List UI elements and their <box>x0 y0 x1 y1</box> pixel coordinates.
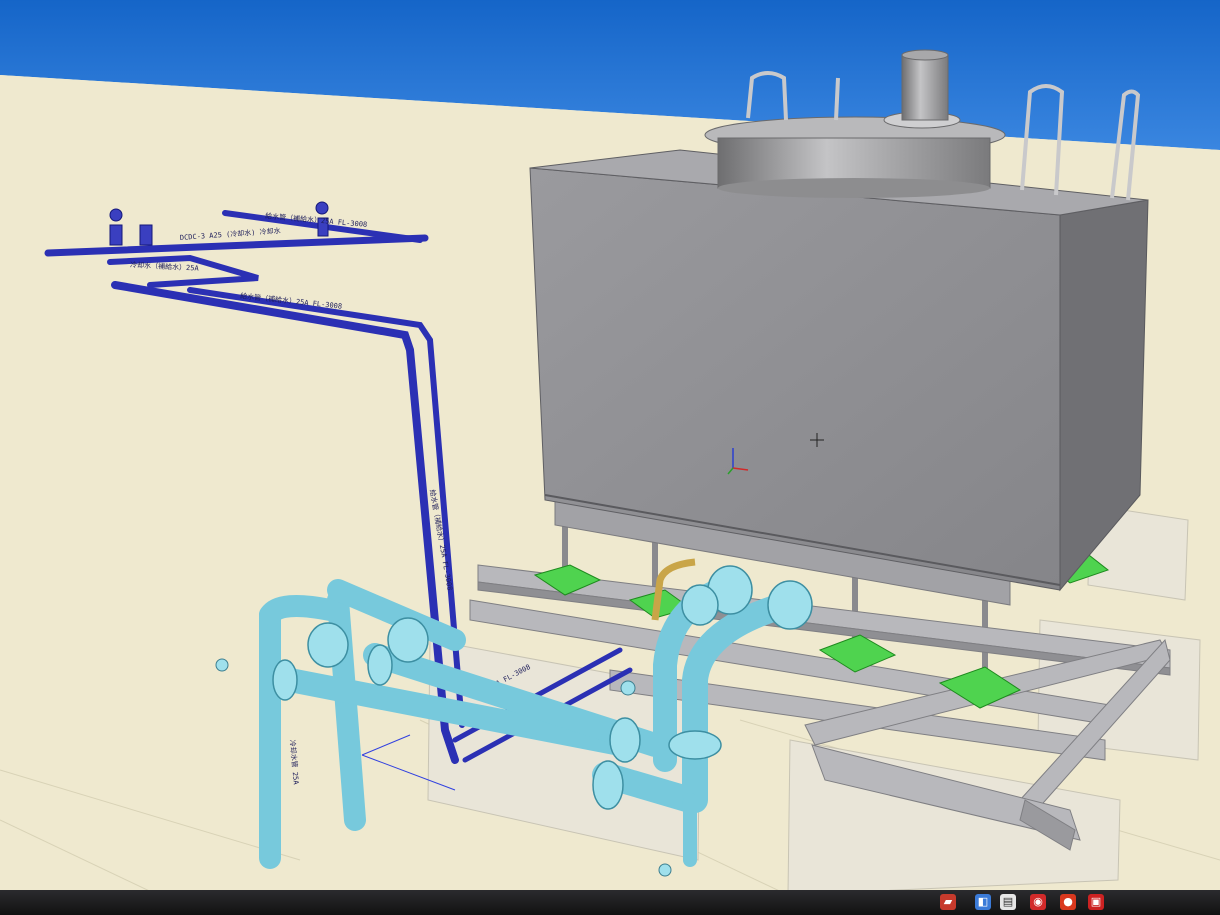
app-icon-a[interactable]: ◧ <box>975 894 991 910</box>
cad-scene[interactable]: DCDC-3 A25 (冷却水) 冷却水 給水管（補給水）25A FL-3008… <box>0 0 1220 915</box>
app-icon-b[interactable]: ◉ <box>1030 894 1046 910</box>
tank-top-drum-base <box>718 178 990 198</box>
tank-vent-pipe <box>901 54 949 121</box>
folder-icon[interactable]: ▰ <box>940 894 956 910</box>
cad-3d-viewport[interactable]: DCDC-3 A25 (冷却水) 冷却水 給水管（補給水）25A FL-3008… <box>0 0 1220 915</box>
app-icon-d[interactable]: ▣ <box>1088 894 1104 910</box>
file-icon[interactable]: ▤ <box>1000 894 1016 910</box>
system-taskbar: ▤ ▰ ◧ ◉ ● ▣ <box>0 890 1220 915</box>
app-icon-c[interactable]: ● <box>1060 894 1076 910</box>
tank-vent-pipe-top <box>901 49 949 61</box>
